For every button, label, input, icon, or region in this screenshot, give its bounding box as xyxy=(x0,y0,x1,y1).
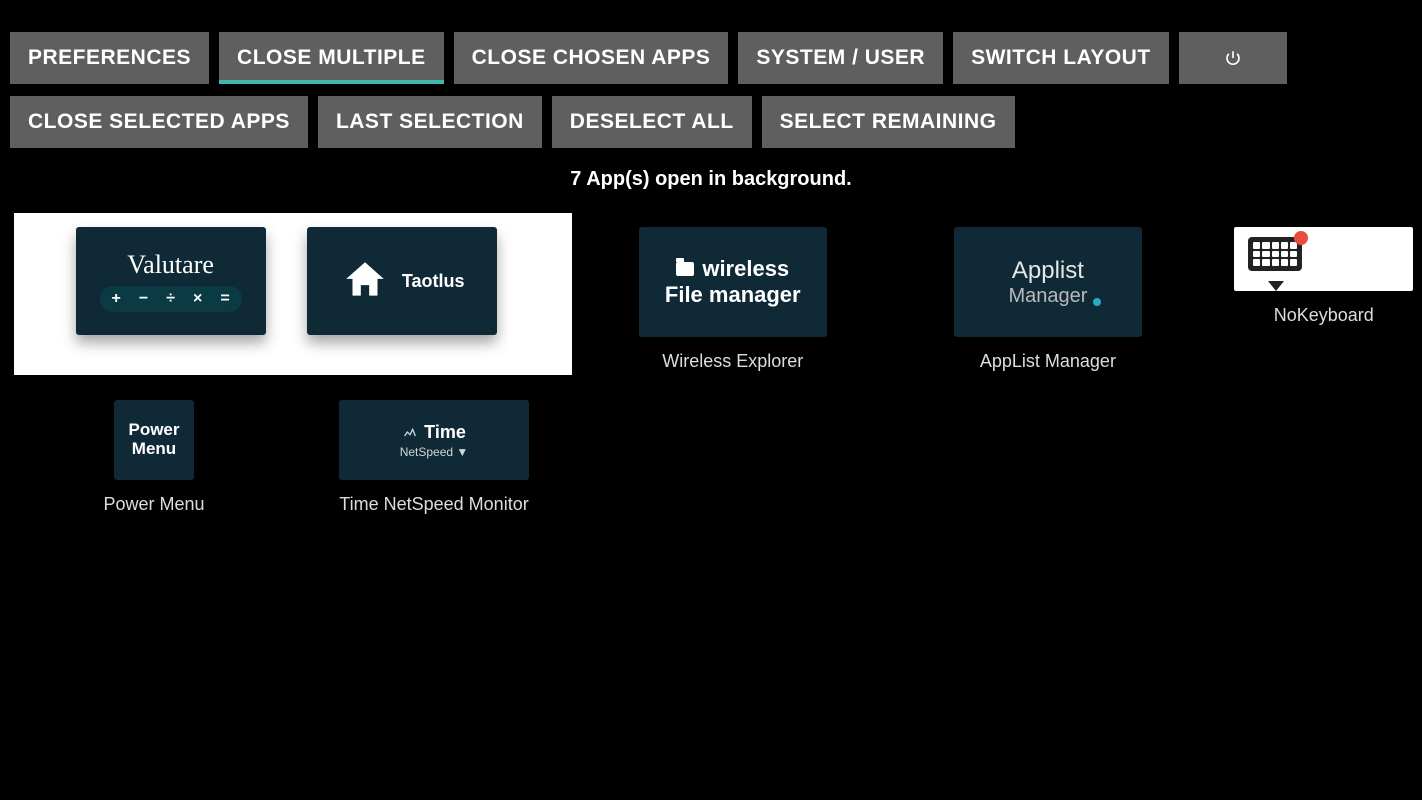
valutare-title: Valutare xyxy=(127,250,214,280)
notification-dot-icon xyxy=(1294,231,1308,245)
app-cell-power-menu[interactable]: Power Menu Power Menu xyxy=(14,400,294,515)
folder-icon xyxy=(676,262,694,276)
status-text: 7 App(s) open in background. xyxy=(0,168,1422,191)
toolbar-row-1: PREFERENCES CLOSE MULTIPLE CLOSE CHOSEN … xyxy=(0,0,1422,92)
power-menu-line1: Power xyxy=(128,421,179,440)
power-icon xyxy=(1224,49,1242,67)
select-remaining-button[interactable]: SELECT REMAINING xyxy=(762,96,1015,148)
close-chosen-apps-button[interactable]: CLOSE CHOSEN APPS xyxy=(454,32,729,84)
app-cell-nokeyboard[interactable]: NoKeyboard NoKeyboard xyxy=(1225,227,1422,326)
close-multiple-button[interactable]: CLOSE MULTIPLE xyxy=(219,32,444,84)
close-selected-apps-button[interactable]: CLOSE SELECTED APPS xyxy=(10,96,308,148)
app-row-1: Valutare + − ÷ × = Taotlus xyxy=(14,213,1422,372)
dot-icon xyxy=(1093,298,1101,306)
app-tile-applist-manager[interactable]: Applist Manager xyxy=(954,227,1142,337)
app-tile-power-menu[interactable]: Power Menu xyxy=(114,400,194,480)
time-line2: NetSpeed ▼ xyxy=(400,445,469,459)
app-label-wireless-explorer: Wireless Explorer xyxy=(662,351,803,372)
app-cell-applist-manager[interactable]: Applist Manager AppList Manager xyxy=(910,227,1185,372)
keyboard-icon xyxy=(1248,237,1302,281)
deselect-all-button[interactable]: DESELECT ALL xyxy=(552,96,752,148)
nokeyboard-title: NoKeyboard xyxy=(1310,250,1399,268)
app-cell-time-netspeed[interactable]: Time NetSpeed ▼ Time NetSpeed Monitor xyxy=(294,400,574,515)
app-label-applist-manager: AppList Manager xyxy=(980,351,1116,372)
apps-area: Valutare + − ÷ × = Taotlus xyxy=(0,213,1422,515)
app-row-2: Power Menu Power Menu Time NetSpeed ▼ Ti… xyxy=(14,400,1422,515)
time-line1: Time xyxy=(402,422,466,443)
app-tile-time-netspeed[interactable]: Time NetSpeed ▼ xyxy=(339,400,529,480)
signal-icon xyxy=(402,424,418,440)
valutare-ops: + − ÷ × = xyxy=(100,286,242,312)
app-cell-valutare[interactable]: Valutare + − ÷ × = xyxy=(14,227,289,335)
app-tile-wireless-explorer[interactable]: wireless File manager xyxy=(639,227,827,337)
last-selection-button[interactable]: LAST SELECTION xyxy=(318,96,542,148)
home-icon xyxy=(340,256,390,306)
app-cell-taotlus[interactable]: Taotlus xyxy=(289,227,515,335)
applist-line2: Manager xyxy=(1008,285,1087,308)
power-menu-line2: Menu xyxy=(132,440,176,459)
power-button[interactable] xyxy=(1179,32,1287,84)
app-label-time-netspeed: Time NetSpeed Monitor xyxy=(339,494,528,515)
app-tile-nokeyboard[interactable]: NoKeyboard xyxy=(1234,227,1413,291)
taotlus-title: Taotlus xyxy=(402,271,465,292)
app-label-power-menu: Power Menu xyxy=(103,494,204,515)
wfm-line1: wireless xyxy=(676,256,789,282)
chevron-down-icon xyxy=(1268,281,1284,291)
app-label-nokeyboard: NoKeyboard xyxy=(1274,305,1374,326)
system-user-button[interactable]: SYSTEM / USER xyxy=(738,32,943,84)
app-cell-wireless-explorer[interactable]: wireless File manager Wireless Explorer xyxy=(595,227,870,372)
toolbar-row-2: CLOSE SELECTED APPS LAST SELECTION DESEL… xyxy=(0,92,1422,156)
wfm-line2: File manager xyxy=(665,282,801,308)
switch-layout-button[interactable]: SWITCH LAYOUT xyxy=(953,32,1169,84)
preferences-button[interactable]: PREFERENCES xyxy=(10,32,209,84)
app-tile-valutare[interactable]: Valutare + − ÷ × = xyxy=(76,227,266,335)
app-tile-taotlus[interactable]: Taotlus xyxy=(307,227,497,335)
applist-line1: Applist xyxy=(1012,257,1084,285)
